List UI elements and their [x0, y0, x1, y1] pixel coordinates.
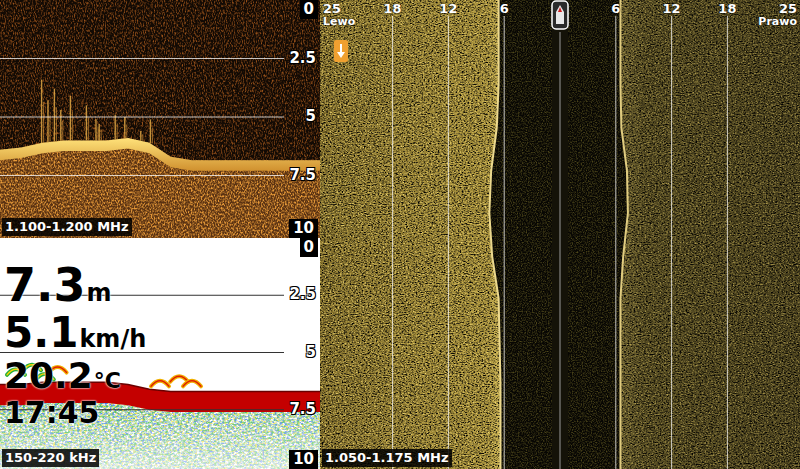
- sonar-2d-depth-label: 0: [300, 238, 318, 257]
- range-label: 6: [500, 2, 509, 15]
- sonar-screen: 0 2.5 5 7.5 10 1.100-1.200 MHz 0 2.5 5 7.5 10 7.3m5…: [0, 0, 800, 469]
- readout: 7.3m: [4, 262, 146, 308]
- range-label: 25: [779, 2, 797, 15]
- range-label: 6: [611, 2, 620, 15]
- vegetation-return: [42, 80, 44, 143]
- readout: 5.1km/h: [4, 312, 146, 354]
- side-label: Prawo: [758, 16, 797, 27]
- vegetation-return: [150, 119, 152, 143]
- vegetation-return: [115, 115, 117, 140]
- vegetation-return: [125, 117, 127, 138]
- boat-icon: [551, 0, 569, 30]
- down-imaging-depth-label: 5: [304, 109, 318, 124]
- bottom-return: [0, 138, 320, 171]
- vegetation-return: [70, 96, 72, 140]
- fish-arc: [151, 381, 169, 387]
- vegetation-return: [86, 105, 88, 140]
- readouts: 7.3m5.1km/h 20.2°C 17:45: [4, 262, 146, 428]
- down-imaging-chart: [0, 0, 320, 238]
- sonar-2d-panel: 0 2.5 5 7.5 10 7.3m5.1km/h 20.2°C 17:45 150-220 …: [0, 238, 320, 469]
- side-label: Lewo: [323, 16, 355, 27]
- side-imaging-panel: 25181266121825LewoPrawo1.050-1.175 MHz: [320, 0, 800, 469]
- vegetation-return: [48, 101, 50, 143]
- vegetation-return: [61, 110, 63, 141]
- vegetation-return: [96, 119, 98, 140]
- down-imaging-depth-label: 2.5: [287, 51, 318, 66]
- down-imaging-panel: 0 2.5 5 7.5 10 1.100-1.200 MHz: [0, 0, 320, 238]
- left-column: 0 2.5 5 7.5 10 1.100-1.200 MHz 0 2.5 5 7.5 10 7.3m5…: [0, 0, 320, 469]
- sonar-2d-depth-label: 7.5: [287, 402, 318, 417]
- bottom-area: [0, 238, 320, 469]
- readout: 20.2°C: [4, 358, 146, 394]
- readout: 17:45: [4, 398, 146, 428]
- scroll-down-icon[interactable]: [334, 40, 348, 62]
- side-imaging-chart: [320, 0, 800, 469]
- sonar-2d-depth-label: 5: [304, 345, 318, 360]
- range-label: 12: [439, 2, 457, 15]
- range-label: 12: [663, 2, 681, 15]
- frequency-label: 150-220 kHz: [2, 449, 99, 467]
- range-label: 18: [718, 2, 736, 15]
- down-imaging-depth-label: 10: [289, 219, 318, 238]
- frequency-label: 1.050-1.175 MHz: [322, 449, 452, 467]
- sonar-2d-depth-label: 2.5: [287, 287, 318, 302]
- range-label: 25: [323, 2, 341, 15]
- vegetation-return: [99, 124, 101, 140]
- sonar-2d-depth-label: 10: [289, 450, 318, 469]
- fish-arc: [170, 376, 188, 382]
- vegetation-return: [54, 89, 56, 142]
- fish-arc: [183, 381, 201, 387]
- frequency-label: 1.100-1.200 MHz: [2, 218, 132, 236]
- down-imaging-depth-label: 7.5: [287, 168, 318, 183]
- range-label: 18: [384, 2, 402, 15]
- down-imaging-depth-label: 0: [300, 0, 318, 19]
- vegetation-return: [141, 131, 143, 141]
